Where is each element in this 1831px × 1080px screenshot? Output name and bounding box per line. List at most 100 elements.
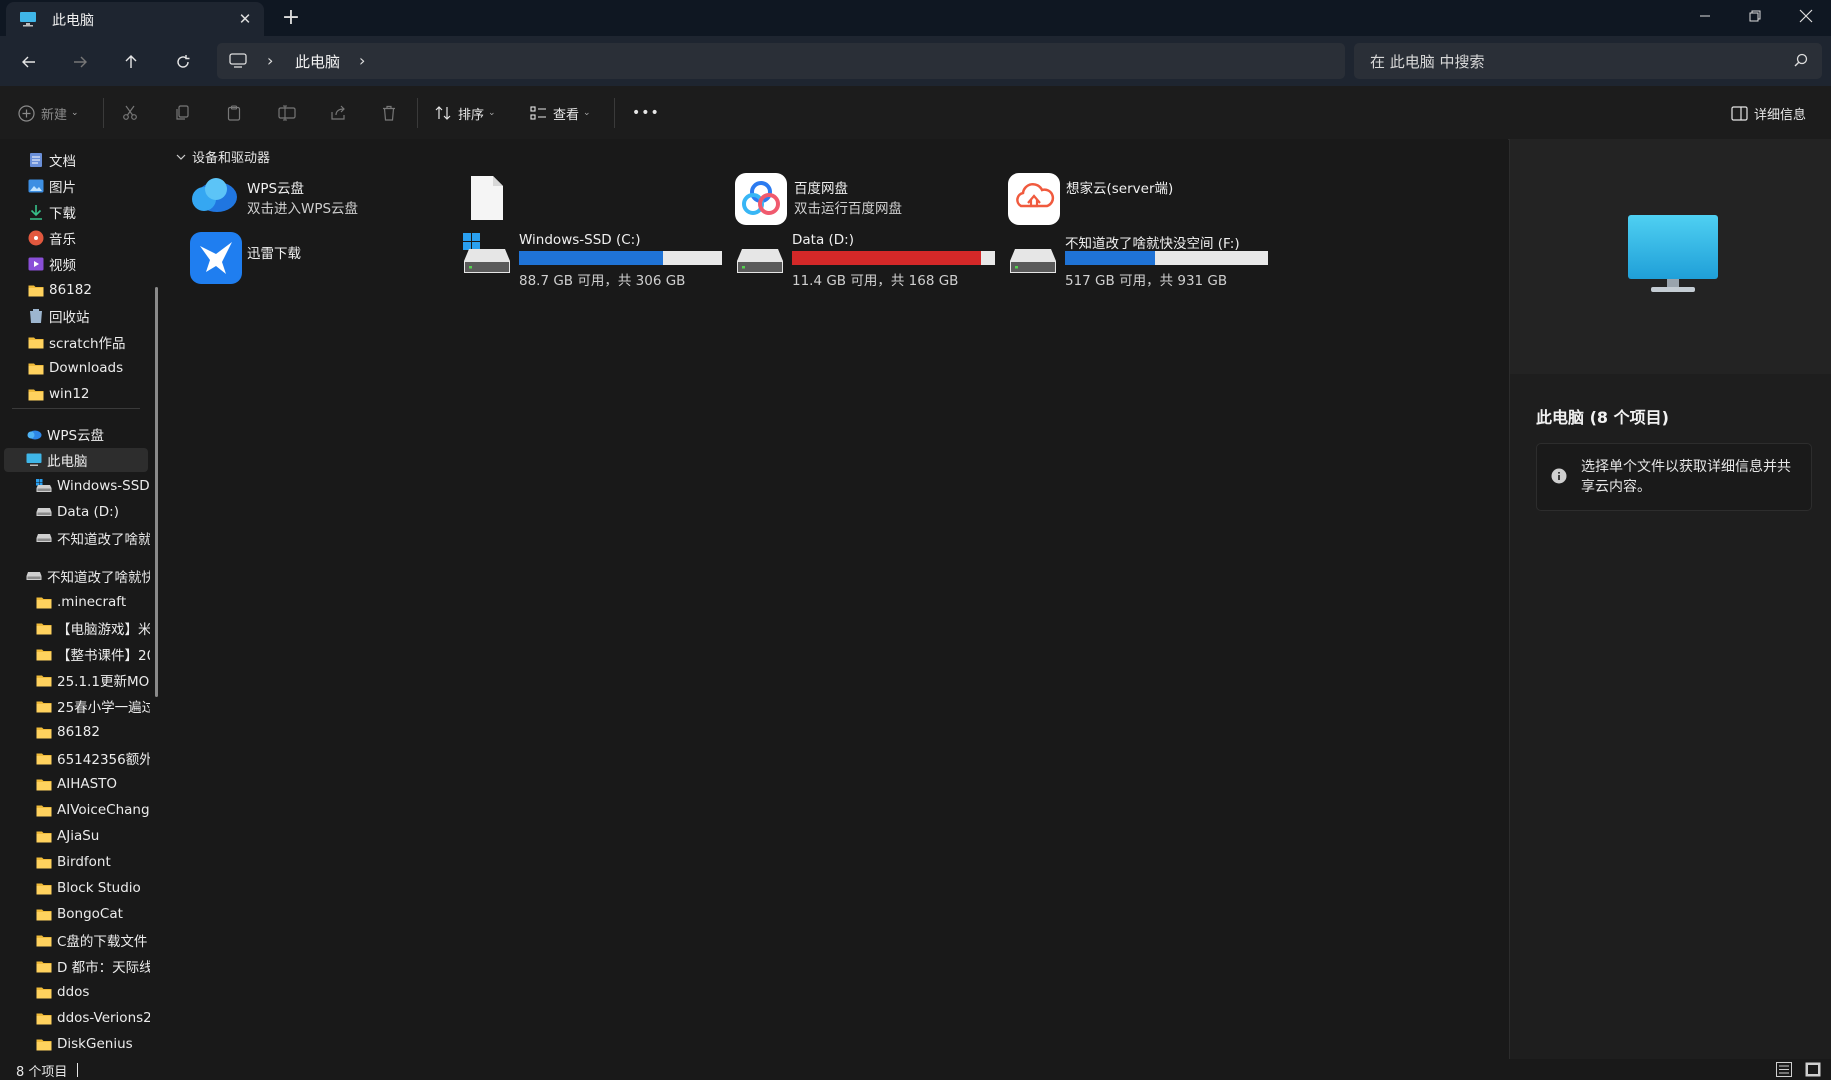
sidebar-item-folder[interactable]: 65142356额外	[36, 746, 150, 770]
refresh-button[interactable]	[169, 48, 197, 76]
sidebar-scrollbar[interactable]	[155, 287, 158, 697]
drive-free-space: 517 GB 可用，共 931 GB	[1065, 273, 1228, 289]
sidebar-item-folder[interactable]: ddos	[36, 980, 150, 1004]
more-options-button[interactable]: •••	[632, 100, 660, 126]
chevron-right-icon[interactable]: ›	[267, 51, 273, 70]
copy-button[interactable]	[174, 100, 190, 126]
sidebar-item-drive[interactable]: Windows-SSD	[36, 474, 150, 498]
drive-name: Data (D:)	[792, 232, 855, 248]
sidebar-item-folder[interactable]: ddos-Verions2	[36, 1006, 150, 1030]
sidebar-item-label: AJiaSu	[57, 828, 100, 844]
refresh-icon	[177, 55, 190, 68]
tile-unnamed-file[interactable]	[470, 175, 510, 221]
sidebar-item-label: AIHASTO	[57, 776, 118, 792]
search-box[interactable]: 在 此电脑 中搜索	[1354, 43, 1822, 79]
sidebar-item-folder[interactable]: .minecraft	[36, 590, 150, 614]
clipboard-icon	[227, 105, 241, 121]
new-tab-button[interactable]: +	[280, 5, 302, 30]
view-button[interactable]: 查看 ⌄	[530, 100, 591, 126]
sidebar-item-folder[interactable]: 【整书课件】20	[36, 642, 150, 666]
sidebar-item-folder[interactable]: D 都市：天际线	[36, 954, 150, 978]
folder-icon	[36, 620, 52, 636]
paste-button[interactable]	[226, 100, 242, 126]
forward-button[interactable]	[66, 48, 94, 76]
sidebar-item-drive[interactable]: Data (D:)	[36, 500, 150, 524]
sidebar-item-folder[interactable]: 25春小学一遍过	[36, 694, 150, 718]
close-tab-icon[interactable]: ✕	[236, 10, 254, 28]
sidebar-item-label: 音乐	[49, 232, 76, 248]
downloads-icon	[28, 204, 44, 220]
folder-icon	[36, 724, 52, 740]
sidebar-item-wps[interactable]: WPS云盘	[26, 422, 150, 446]
section-devices-drives[interactable]: 设备和驱动器	[176, 147, 270, 166]
sidebar-item-drive[interactable]: 不知道改了啥就	[36, 526, 150, 550]
minimize-button[interactable]	[1682, 0, 1728, 32]
details-view-button[interactable]	[1776, 1062, 1792, 1077]
sidebar-item-quick-access[interactable]: 回收站	[28, 304, 150, 328]
sidebar-item-quick-access[interactable]: 图片	[28, 174, 150, 198]
sidebar-item-label: Downloads	[49, 360, 124, 376]
info-icon	[1551, 468, 1567, 484]
sidebar-item-folder[interactable]: AIVoiceChange	[36, 798, 150, 822]
folder-icon	[28, 282, 44, 298]
sidebar-item-quick-access[interactable]: 下载	[28, 200, 150, 224]
rename-button[interactable]	[278, 100, 296, 126]
share-icon	[331, 105, 345, 120]
folder-icon	[36, 776, 52, 792]
tile-subtitle: 双击运行百度网盘	[794, 201, 902, 217]
toolbar-divider	[417, 98, 418, 128]
folder-icon	[36, 802, 52, 818]
folder-icon	[36, 880, 52, 896]
sidebar-item-quick-access[interactable]: 86182	[28, 278, 150, 302]
tile-wps-cloud[interactable]: WPS云盘 双击进入WPS云盘	[188, 173, 418, 221]
sidebar-item-folder[interactable]: AIHASTO	[36, 772, 150, 796]
restore-button[interactable]	[1732, 0, 1778, 32]
delete-button[interactable]	[381, 100, 397, 126]
details-pane-button[interactable]: 详细信息	[1731, 100, 1806, 126]
tile-drive-d[interactable]: Data (D:) 11.4 GB 可用，共 168 GB	[736, 231, 996, 289]
tiles-view-button[interactable]	[1805, 1062, 1821, 1077]
sidebar-item-folder[interactable]: DiskGenius	[36, 1032, 150, 1056]
sidebar-item-folder[interactable]: BongoCat	[36, 902, 150, 926]
windows-drive-icon	[36, 478, 52, 494]
sidebar-item-quick-access[interactable]: Downloads	[28, 356, 150, 380]
sidebar-item-quick-access[interactable]: win12	[28, 382, 150, 406]
sidebar-item-quick-access[interactable]: 视频	[28, 252, 150, 276]
close-window-button[interactable]	[1783, 0, 1829, 32]
tile-baidu-netdisk[interactable]: 百度网盘 双击运行百度网盘	[735, 173, 965, 225]
tile-drive-f[interactable]: 不知道改了啥就快没空间 (F:) 517 GB 可用，共 931 GB	[1009, 231, 1279, 289]
sidebar-item-label: 25.1.1更新MOI	[57, 674, 150, 690]
sidebar-item-quick-access[interactable]: 音乐	[28, 226, 150, 250]
sidebar-item-quick-access[interactable]: scratch作品	[28, 330, 150, 354]
chevron-right-icon[interactable]: ›	[359, 51, 365, 70]
content-area: 设备和驱动器 WPS云盘 双击进入WPS云盘 百度网盘 双击运行百度网盘 想家云…	[168, 139, 1508, 1059]
sidebar-item-folder[interactable]: 86182	[36, 720, 150, 744]
share-button[interactable]	[330, 100, 347, 126]
sidebar-item-folder[interactable]: C盘的下载文件	[36, 928, 150, 952]
sidebar-item-folder[interactable]: Birdfont	[36, 850, 150, 874]
sidebar-item-drive-f[interactable]: 不知道改了啥就快	[26, 564, 150, 588]
sidebar-item-folder[interactable]: 【电脑游戏】米	[36, 616, 150, 640]
sidebar-item-folder[interactable]: 25.1.1更新MOI	[36, 668, 150, 692]
sort-button[interactable]: 排序 ⌄	[435, 100, 496, 126]
details-info-card: 选择单个文件以获取详细信息并共享云内容。	[1536, 443, 1812, 511]
sidebar-item-quick-access[interactable]: 文档	[28, 148, 150, 172]
tab-this-pc[interactable]: 此电脑 ✕	[6, 2, 264, 36]
sidebar-item-this-pc[interactable]: 此电脑	[4, 448, 148, 472]
new-button[interactable]: 新建 ⌄	[18, 100, 79, 126]
cut-button[interactable]	[122, 100, 138, 126]
tile-xiangjia-cloud[interactable]: 想家云(server端)	[1008, 173, 1238, 225]
breadcrumb-this-pc[interactable]: 此电脑	[295, 51, 340, 72]
chevron-down-icon	[176, 154, 186, 160]
status-bar: 8 个项目	[0, 1059, 1831, 1080]
sidebar-item-folder[interactable]: Block Studio	[36, 876, 150, 900]
sidebar-item-label: 86182	[49, 282, 92, 298]
windows-drive-icon	[463, 231, 511, 277]
address-bar[interactable]: › 此电脑 ›	[217, 43, 1345, 79]
sidebar-item-folder[interactable]: AJiaSu	[36, 824, 150, 848]
sidebar-item-label: DiskGenius	[57, 1036, 133, 1052]
up-button[interactable]	[117, 48, 145, 76]
tile-xunlei[interactable]: 迅雷下载	[190, 232, 420, 284]
tile-drive-c[interactable]: Windows-SSD (C:) 88.7 GB 可用，共 306 GB	[463, 231, 723, 289]
back-button[interactable]	[15, 48, 43, 76]
